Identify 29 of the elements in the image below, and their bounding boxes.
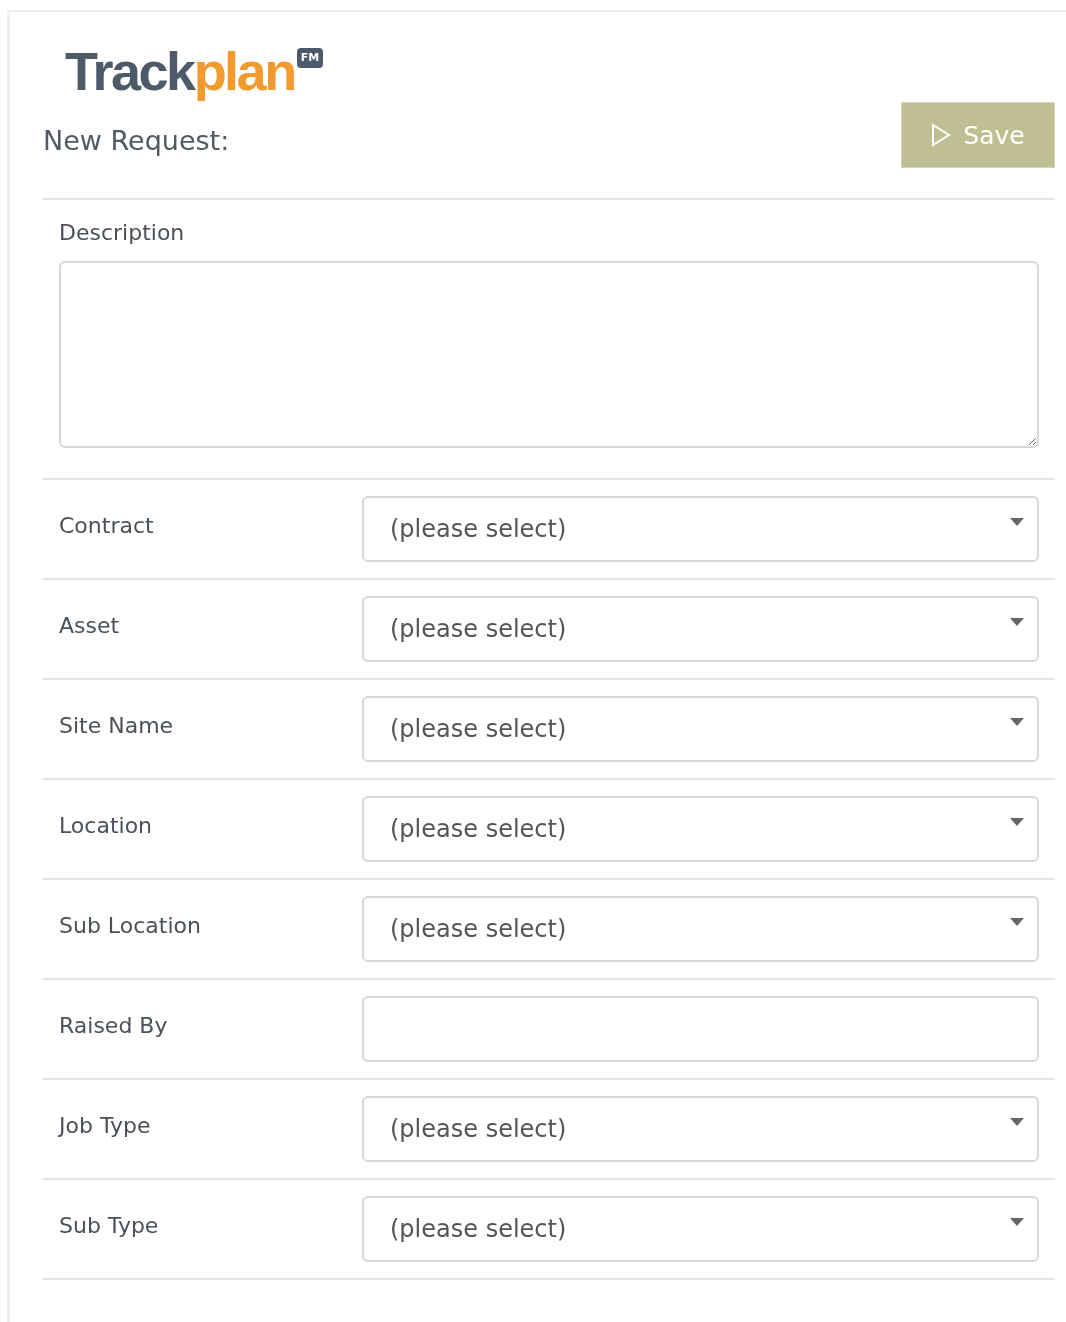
- logo-wordmark: Trackplan: [65, 42, 295, 100]
- field-label: Location: [59, 813, 154, 838]
- field-label: Sub Location: [59, 913, 202, 938]
- caret-icon: [1009, 917, 1025, 927]
- input-field[interactable]: [362, 996, 1039, 1062]
- page-heading: New Request:: [43, 124, 230, 156]
- field-label: Raised By: [59, 1013, 169, 1038]
- caret-icon: [1009, 817, 1025, 827]
- select-dropdown[interactable]: (please select): [362, 1196, 1039, 1262]
- select-dropdown[interactable]: (please select): [362, 896, 1039, 962]
- caret-icon: [1009, 717, 1025, 727]
- field-label: Site Name: [59, 713, 175, 738]
- select-dropdown[interactable]: (please select): [362, 696, 1039, 762]
- logo-badge: FM: [296, 48, 324, 68]
- select-dropdown[interactable]: (please select): [362, 496, 1039, 562]
- description-field[interactable]: [59, 261, 1039, 448]
- field-label: Contract: [59, 513, 155, 538]
- field-label: Asset: [59, 613, 121, 638]
- select-dropdown[interactable]: (please select): [362, 596, 1039, 662]
- select-dropdown[interactable]: (please select): [362, 1096, 1039, 1162]
- caret-icon: [1009, 617, 1025, 627]
- field-label: Description: [59, 220, 186, 245]
- caret-icon: [1009, 1117, 1025, 1127]
- field-label: Job Type: [59, 1113, 152, 1138]
- field-label: Sub Type: [59, 1213, 160, 1238]
- caret-icon: [1009, 1217, 1025, 1227]
- play-icon: [931, 123, 952, 147]
- select-dropdown[interactable]: (please select): [362, 796, 1039, 862]
- caret-icon: [1009, 517, 1025, 527]
